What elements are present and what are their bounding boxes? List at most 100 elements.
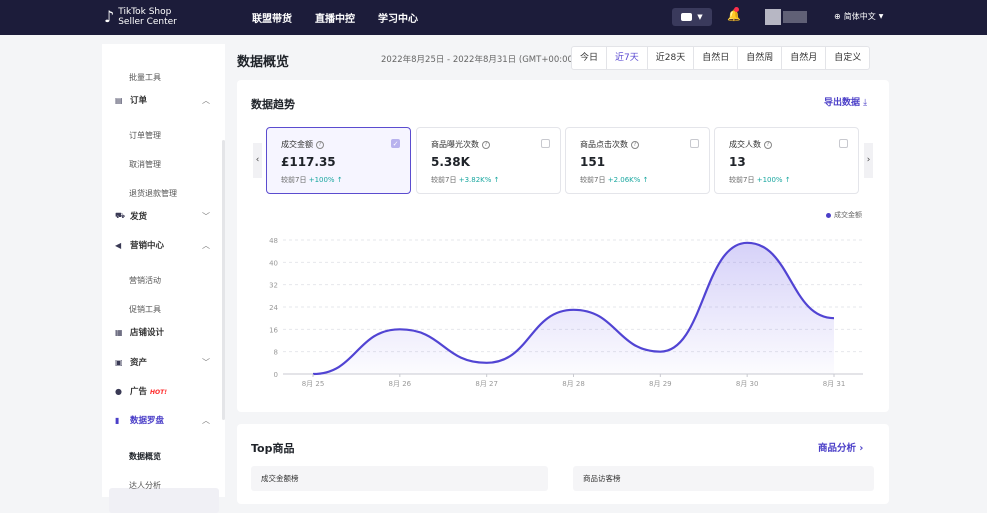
x-tick-label: 8月 25	[302, 380, 325, 388]
x-tick-label: 8月 27	[475, 380, 498, 388]
top-products-title: Top商品	[251, 442, 295, 455]
x-tick-label: 8月 31	[823, 380, 846, 388]
metrics-next-arrow[interactable]: ›	[864, 143, 873, 178]
date-range-selector: 今日 近7天 近28天 自然日 自然周 自然月 自定义	[571, 46, 871, 70]
help-icon[interactable]: ?	[316, 140, 324, 149]
sidebar: 批量工具 ▤ 订单 ︿ 订单管理 取消管理 退货退款管理 ⛟ 发货 ﹀ ◀ 营销…	[102, 44, 225, 513]
range-natural-week[interactable]: 自然周	[738, 47, 783, 69]
chevron-down-icon: ﹀	[202, 357, 210, 367]
metric-card-gmv[interactable]: 成交金额? ✓ £117.35 较前7日 +100% ↑	[266, 127, 411, 194]
date-range-text: 2022年8月25日 - 2022年8月31日 (GMT+00:00)	[381, 55, 577, 65]
notification-bell-icon[interactable]: 🔔	[727, 7, 741, 22]
chevron-down-icon: ﹀	[202, 211, 210, 221]
visitor-ranking-header[interactable]: 商品访客榜	[573, 466, 874, 491]
metric-value: 151	[580, 155, 606, 169]
arrow-up-icon: ↑	[642, 176, 649, 184]
help-icon[interactable]: ?	[482, 140, 490, 149]
x-tick-label: 8月 29	[649, 380, 672, 388]
sidebar-group-label: 店铺设计	[130, 328, 165, 338]
range-natural-day[interactable]: 自然日	[694, 47, 739, 69]
account-name-blurred[interactable]	[783, 11, 807, 23]
metric-card-impressions[interactable]: 商品曝光次数? 5.38K 较前7日 +3.82K% ↑	[416, 127, 561, 194]
sidebar-group-label: 订单	[130, 96, 148, 106]
metric-checkbox[interactable]	[839, 139, 848, 148]
metric-value: 5.38K	[431, 155, 470, 169]
range-natural-month[interactable]: 自然月	[782, 47, 827, 69]
chart-legend[interactable]: 成交金额	[826, 210, 862, 220]
range-today[interactable]: 今日	[572, 47, 608, 69]
gmv-ranking-header[interactable]: 成交金额榜	[251, 466, 548, 491]
nav-affiliate[interactable]: 联盟带货	[252, 10, 292, 25]
metric-change: +100%	[308, 176, 335, 184]
y-tick-label: 40	[269, 259, 278, 267]
tiktok-shop-logo[interactable]: ♪ TikTok Shop Seller Center	[104, 7, 177, 27]
sidebar-scrollbar[interactable]	[222, 140, 225, 420]
metric-checkbox[interactable]	[541, 139, 550, 148]
chat-icon	[681, 13, 693, 21]
hot-badge: HOT!	[150, 389, 167, 396]
metric-card-buyers[interactable]: 成交人数? 13 较前7日 +100% ↑	[714, 127, 859, 194]
sidebar-item-return-refund[interactable]: 退货退款管理	[129, 188, 177, 199]
sidebar-item-marketing-activities[interactable]: 营销活动	[129, 275, 161, 286]
megaphone-icon: ◀	[115, 240, 122, 250]
language-label: 简体中文	[843, 12, 876, 21]
message-button[interactable]: ▼	[672, 8, 712, 26]
range-custom[interactable]: 自定义	[826, 47, 869, 69]
help-icon[interactable]: ?	[631, 140, 639, 149]
metric-compare-label: 较前7日	[431, 176, 457, 184]
metric-label: 商品点击次数	[580, 140, 628, 149]
sidebar-item-cancel-management[interactable]: 取消管理	[129, 159, 161, 170]
sidebar-item-promotion-tools[interactable]: 促销工具	[129, 304, 161, 315]
chevron-right-icon: ›	[859, 443, 864, 454]
top-products-card	[237, 424, 889, 504]
sidebar-item-creator-analysis[interactable]: 达人分析	[129, 480, 161, 491]
sidebar-group-label: 营销中心	[130, 241, 165, 251]
arrow-up-icon: ↑	[493, 176, 500, 184]
metric-card-clicks[interactable]: 商品点击次数? 151 较前7日 +2.06K% ↑	[565, 127, 710, 194]
nav-live-control[interactable]: 直播中控	[315, 10, 355, 25]
chevron-down-icon: ▼	[697, 13, 703, 21]
y-tick-label: 8	[274, 349, 278, 357]
truck-icon: ⛟	[115, 211, 126, 220]
metric-label: 商品曝光次数	[431, 140, 479, 149]
sidebar-item-order-management[interactable]: 订单管理	[129, 130, 161, 141]
range-last-28-days[interactable]: 近28天	[648, 47, 695, 69]
arrow-up-icon: ↑	[784, 176, 791, 184]
sidebar-group-label: 广告	[130, 387, 148, 397]
legend-dot	[826, 212, 831, 218]
metric-checkbox[interactable]	[690, 139, 699, 148]
tiktok-note-icon: ♪	[104, 7, 115, 26]
trend-title: 数据趋势	[251, 98, 295, 111]
range-last-7-days[interactable]: 近7天	[607, 47, 648, 69]
sidebar-group-label: 发货	[130, 212, 148, 222]
metric-checkbox[interactable]: ✓	[391, 139, 400, 148]
chevron-up-icon: ︿	[202, 415, 210, 425]
sidebar-item-data-overview[interactable]: 数据概览	[129, 451, 161, 462]
help-icon[interactable]: ?	[764, 140, 772, 149]
metric-compare-label: 较前7日	[580, 176, 606, 184]
sidebar-active-highlight	[109, 488, 219, 513]
export-data-button[interactable]: 导出数据 ⤓	[824, 95, 867, 108]
sidebar-group-label: 资产	[130, 358, 148, 368]
y-tick-label: 48	[269, 237, 278, 245]
wallet-icon: ▣	[115, 357, 123, 367]
x-tick-label: 8月 26	[389, 380, 412, 388]
x-tick-label: 8月 28	[562, 380, 585, 388]
y-tick-label: 16	[269, 326, 278, 334]
page-title: 数据概览	[237, 55, 290, 70]
avatar[interactable]	[765, 9, 781, 25]
sidebar-group-label: 数据罗盘	[130, 416, 165, 426]
metric-value: 13	[729, 155, 746, 169]
metric-change: +2.06K%	[607, 176, 641, 184]
sidebar-item-batch-tools[interactable]: 批量工具	[129, 72, 161, 83]
language-selector[interactable]: ⊕ 简体中文 ▼	[834, 11, 883, 22]
order-icon: ▤	[115, 95, 123, 105]
metric-compare-label: 较前7日	[729, 176, 755, 184]
metric-change: +3.82K%	[458, 176, 492, 184]
y-tick-label: 24	[269, 304, 278, 312]
product-analysis-link[interactable]: 商品分析 ›	[818, 440, 863, 454]
y-tick-label: 0	[274, 371, 278, 379]
nav-learning-center[interactable]: 学习中心	[378, 10, 418, 25]
metric-label: 成交金额	[281, 140, 313, 149]
metrics-prev-arrow[interactable]: ‹	[253, 143, 262, 178]
